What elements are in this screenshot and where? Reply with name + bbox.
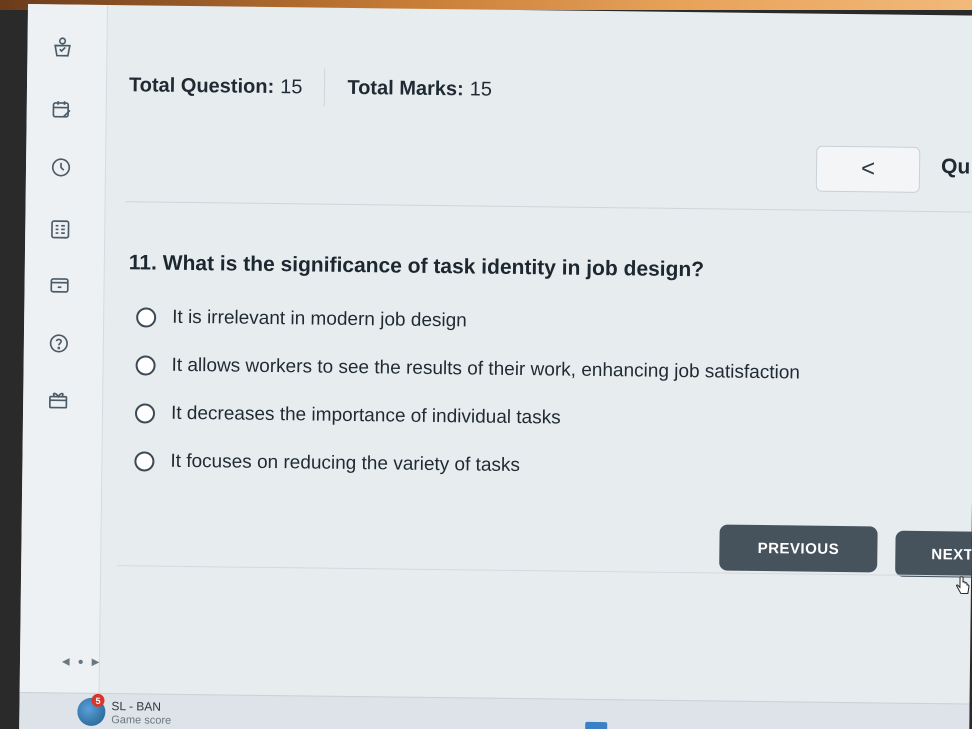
dot-icon: ● [77,656,84,668]
total-question-value: 15 [280,75,303,98]
tasks-icon[interactable] [49,34,75,60]
list-grid-icon[interactable] [47,216,73,242]
answer-option[interactable]: It decreases the importance of individua… [134,401,800,433]
widget-subtitle: Game score [111,714,172,727]
card-icon[interactable] [46,272,72,298]
answer-option-label: It decreases the importance of individua… [170,402,561,429]
radio-button[interactable] [136,307,157,328]
answer-option-label: It allows workers to see the results of … [171,354,801,384]
previous-button[interactable]: PREVIOUS [719,524,878,573]
quiz-header: Total Question: 15 Total Marks: 15 [129,55,950,125]
answer-option-label: It focuses on reducing the variety of ta… [170,450,521,477]
notification-badge: 5 [91,693,105,707]
chevron-left-icon: < [860,155,876,183]
total-question-label: Total Question: [128,73,275,98]
gift-icon[interactable] [45,386,71,412]
question-text: 11. What is the significance of task ide… [128,251,705,282]
caret-right-icon[interactable]: ▶ [92,657,100,668]
pager-dots[interactable]: ◀ ● ▶ [62,656,100,667]
sidebar [19,4,108,695]
radio-button[interactable] [135,355,156,376]
answer-option[interactable]: It is irrelevant in modern job design [136,305,801,337]
total-marks-label: Total Marks: [347,76,464,100]
header-rule [125,201,972,213]
widget-title: SL - BAN [111,699,162,714]
header-divider [324,68,326,107]
answer-options: It is irrelevant in modern job design It… [134,305,801,505]
help-icon[interactable] [46,330,72,356]
clock-icon[interactable] [48,154,74,180]
caret-left-icon[interactable]: ◀ [62,656,70,667]
answer-option[interactable]: It allows workers to see the results of … [135,353,800,385]
total-marks: Total Marks: 15 [347,76,492,101]
radio-button[interactable] [134,451,155,472]
app-window: Total Question: 15 Total Marks: 15 < Qu … [19,4,972,729]
answer-option-label: It is irrelevant in modern job design [172,306,467,332]
calendar-edit-icon[interactable] [49,96,75,122]
answer-option[interactable]: It focuses on reducing the variety of ta… [134,449,799,481]
windows-start-icon[interactable] [585,721,608,729]
hand-cursor-icon [956,576,970,595]
question-nav-prev-button[interactable]: < [815,145,921,193]
radio-button[interactable] [134,403,156,424]
next-button[interactable]: NEXT [895,530,972,578]
taskbar: 5 SL - BAN Game score [19,691,970,729]
question-nav-label: Qu [940,155,971,179]
total-question: Total Question: 15 [129,74,303,99]
total-marks-value: 15 [469,77,493,101]
